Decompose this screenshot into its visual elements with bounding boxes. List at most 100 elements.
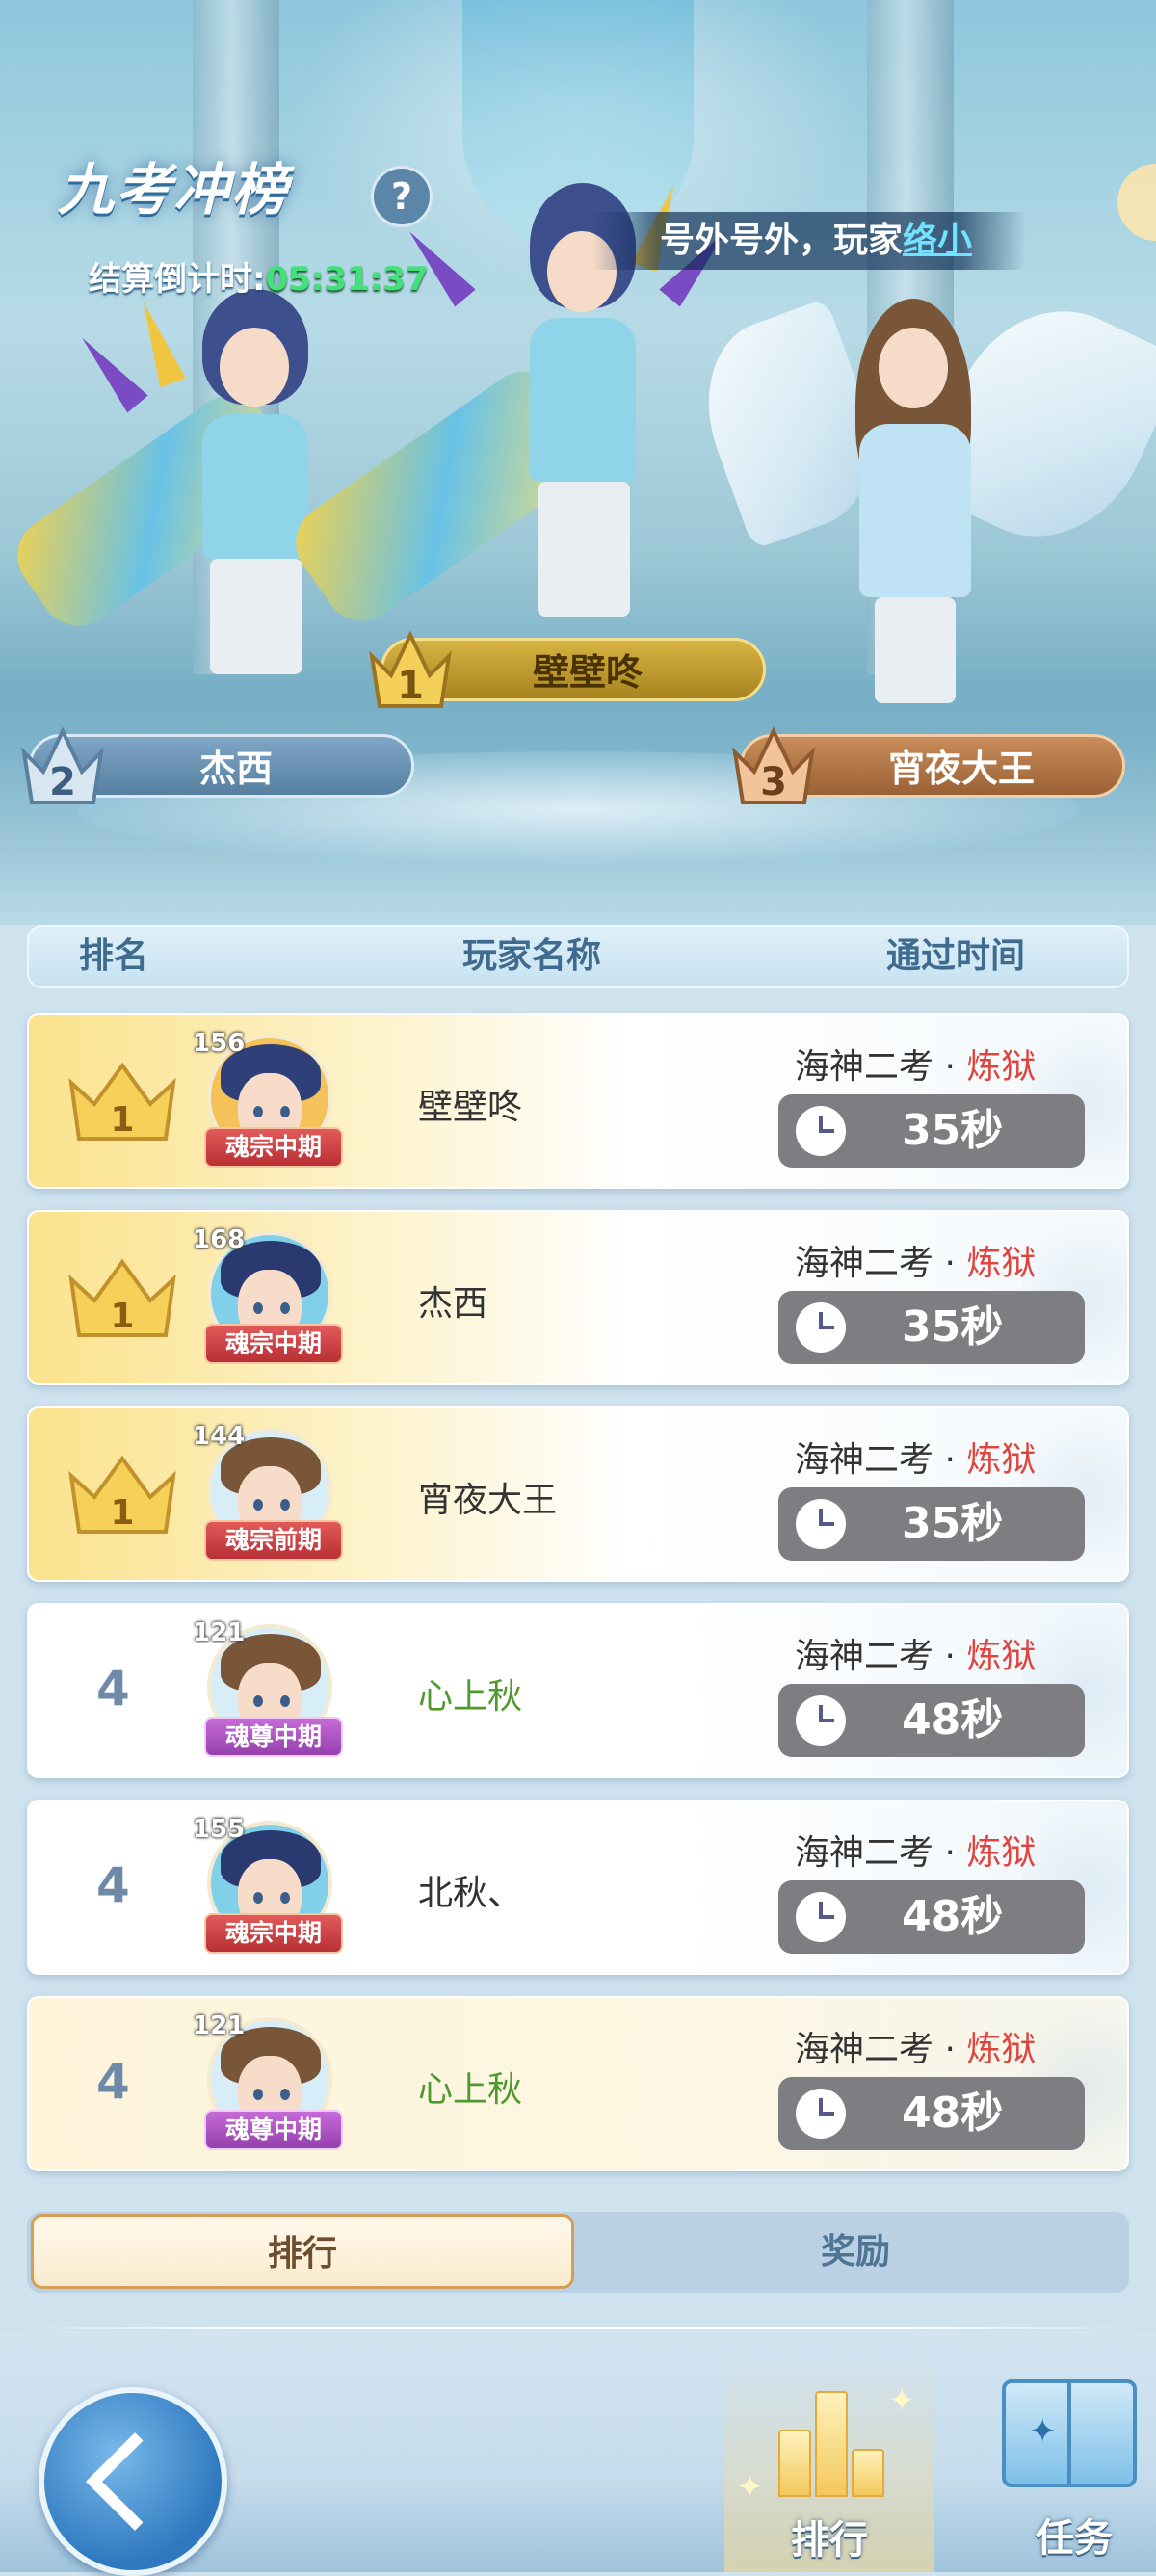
clock-icon <box>796 1302 846 1353</box>
player-level: 121 <box>193 2011 246 2040</box>
pass-time-pill: 48秒 <box>778 1684 1085 1757</box>
stage-label: 海神二考 · 炼狱 <box>795 1637 1037 1676</box>
help-button[interactable]: ? <box>371 166 433 227</box>
pass-time-pill: 35秒 <box>778 1291 1085 1364</box>
nav-tasks-label: 任务 <box>1036 2516 1113 2561</box>
tab-ranking[interactable]: 排行 <box>31 2214 574 2289</box>
svg-text:1: 1 <box>110 1493 134 1533</box>
rank-1-crown-icon: 1 <box>369 630 452 708</box>
player-name: 壁壁咚 <box>418 1088 523 1127</box>
difficulty-label: 炼狱 <box>966 1833 1037 1873</box>
svg-text:3: 3 <box>760 760 787 804</box>
pass-time-value: 48秒 <box>902 1892 1004 1941</box>
player-level: 155 <box>193 1815 246 1844</box>
back-arrow-icon <box>86 2432 184 2531</box>
pass-time-pill: 48秒 <box>778 2077 1085 2150</box>
hero-scene: 九考冲榜 ? 结算倒计时:05:31:37 号外号外，玩家络小 1 壁壁咚 2 … <box>0 0 1156 925</box>
rank-number: 4 <box>96 1661 130 1717</box>
announcement-ticker: 号外号外，玩家络小 <box>592 212 1026 270</box>
realm-badge: 魂宗中期 <box>204 1324 343 1364</box>
countdown-value: 05:31:37 <box>265 260 429 299</box>
nav-tasks-button[interactable]: ✦ 任务 <box>992 2379 1156 2572</box>
difficulty-label: 炼狱 <box>966 1047 1037 1087</box>
back-button[interactable] <box>39 2387 227 2576</box>
ranking-podium-icon <box>778 2391 884 2497</box>
rank-number: 4 <box>96 2054 130 2110</box>
pass-time-value: 35秒 <box>902 1302 1004 1352</box>
column-player-name: 玩家名称 <box>462 936 602 976</box>
stage-label: 海神二考 · 炼狱 <box>795 1047 1037 1087</box>
ticker-text: 号外号外，玩家 <box>660 221 904 260</box>
gold-crown-icon: 1 <box>68 1258 176 1337</box>
ranking-row[interactable]: 4 121 魂尊中期 心上秋 海神二考 · 炼狱 48秒 <box>27 1603 1129 1778</box>
podium-name-2: 杰西 <box>198 748 273 790</box>
player-level: 144 <box>193 1422 246 1451</box>
podium-plate-1[interactable]: 1 壁壁咚 <box>369 630 766 708</box>
podium-plate-3[interactable]: 3 宵夜大王 <box>732 726 1125 804</box>
side-toggle-button[interactable] <box>1117 164 1156 241</box>
realm-badge: 魂宗前期 <box>204 1520 343 1561</box>
difficulty-label: 炼狱 <box>966 1244 1037 1283</box>
player-level: 168 <box>193 1225 246 1254</box>
column-rank: 排名 <box>79 936 149 976</box>
clock-icon <box>796 2089 846 2139</box>
player-level: 156 <box>193 1029 246 1058</box>
realm-badge: 魂宗中期 <box>204 1127 343 1168</box>
stage-label: 海神二考 · 炼狱 <box>795 2030 1037 2069</box>
stage-label: 海神二考 · 炼狱 <box>795 1833 1037 1873</box>
nav-ranking-button[interactable]: ✦ ✦ 排行 <box>724 2353 934 2572</box>
pass-time-pill: 48秒 <box>778 1880 1085 1954</box>
pass-time-value: 48秒 <box>902 2089 1004 2138</box>
podium-name-3: 宵夜大王 <box>887 748 1035 790</box>
pass-time-value: 35秒 <box>902 1106 1004 1155</box>
ranking-list[interactable]: 1 156 魂宗中期 壁壁咚 海神二考 · 炼狱 35秒 1 168 魂宗中期 … <box>27 1013 1129 2193</box>
ranking-column-header: 排名 玩家名称 通过时间 <box>27 925 1129 988</box>
pass-time-pill: 35秒 <box>778 1094 1085 1168</box>
rank-3-crown-icon: 3 <box>732 726 815 804</box>
column-pass-time: 通过时间 <box>886 936 1026 976</box>
difficulty-label: 炼狱 <box>966 1440 1037 1480</box>
player-name: 心上秋 <box>418 1677 523 1717</box>
sparkle-icon: ✦ <box>888 2381 916 2420</box>
player-name: 心上秋 <box>418 2070 523 2110</box>
svg-text:1: 1 <box>110 1297 134 1336</box>
realm-badge: 魂尊中期 <box>204 1717 343 1757</box>
svg-text:2: 2 <box>49 760 76 804</box>
podium-plate-2[interactable]: 2 杰西 <box>21 726 414 804</box>
task-book-icon: ✦ <box>1002 2379 1137 2487</box>
ranking-row[interactable]: 4 155 魂宗中期 北秋、 海神二考 · 炼狱 48秒 <box>27 1800 1129 1975</box>
tab-rewards[interactable]: 奖励 <box>586 2212 1125 2293</box>
rank-2-crown-icon: 2 <box>21 726 104 804</box>
realm-badge: 魂宗中期 <box>204 1913 343 1954</box>
player-figure-3 <box>681 277 1156 732</box>
ranking-row[interactable]: 1 144 魂宗前期 宵夜大王 海神二考 · 炼狱 35秒 <box>27 1406 1129 1582</box>
clock-icon <box>796 1499 846 1549</box>
ranking-reward-tabs: 排行 奖励 <box>27 2212 1129 2293</box>
svg-text:1: 1 <box>110 1100 134 1140</box>
svg-text:1: 1 <box>397 664 424 708</box>
player-name: 杰西 <box>418 1284 488 1324</box>
divider <box>19 2327 1137 2329</box>
page-title: 九考冲榜 <box>58 145 289 225</box>
stage-label: 海神二考 · 炼狱 <box>795 1244 1037 1283</box>
difficulty-label: 炼狱 <box>966 2030 1037 2069</box>
player-name: 北秋、 <box>418 1874 523 1913</box>
ticker-player-link[interactable]: 络小 <box>903 221 972 260</box>
stage-label: 海神二考 · 炼狱 <box>795 1440 1037 1480</box>
rank-number: 4 <box>96 1857 130 1913</box>
realm-badge: 魂尊中期 <box>204 2110 343 2150</box>
pass-time-value: 35秒 <box>902 1499 1004 1548</box>
ranking-row[interactable]: 1 168 魂宗中期 杰西 海神二考 · 炼狱 35秒 <box>27 1210 1129 1385</box>
player-name: 宵夜大王 <box>418 1481 558 1520</box>
gold-crown-icon: 1 <box>68 1455 176 1534</box>
settlement-countdown: 结算倒计时:05:31:37 <box>89 252 429 300</box>
clock-icon <box>796 1106 846 1156</box>
sparkle-icon: ✦ <box>736 2468 764 2507</box>
player-level: 121 <box>193 1618 246 1647</box>
ranking-row[interactable]: 1 156 魂宗中期 壁壁咚 海神二考 · 炼狱 35秒 <box>27 1013 1129 1189</box>
ranking-row-self[interactable]: 4 121 魂尊中期 心上秋 海神二考 · 炼狱 48秒 <box>27 1996 1129 2171</box>
pass-time-pill: 35秒 <box>778 1487 1085 1561</box>
difficulty-label: 炼狱 <box>966 1637 1037 1676</box>
clock-icon <box>796 1892 846 1942</box>
nav-ranking-label: 排行 <box>791 2518 868 2563</box>
